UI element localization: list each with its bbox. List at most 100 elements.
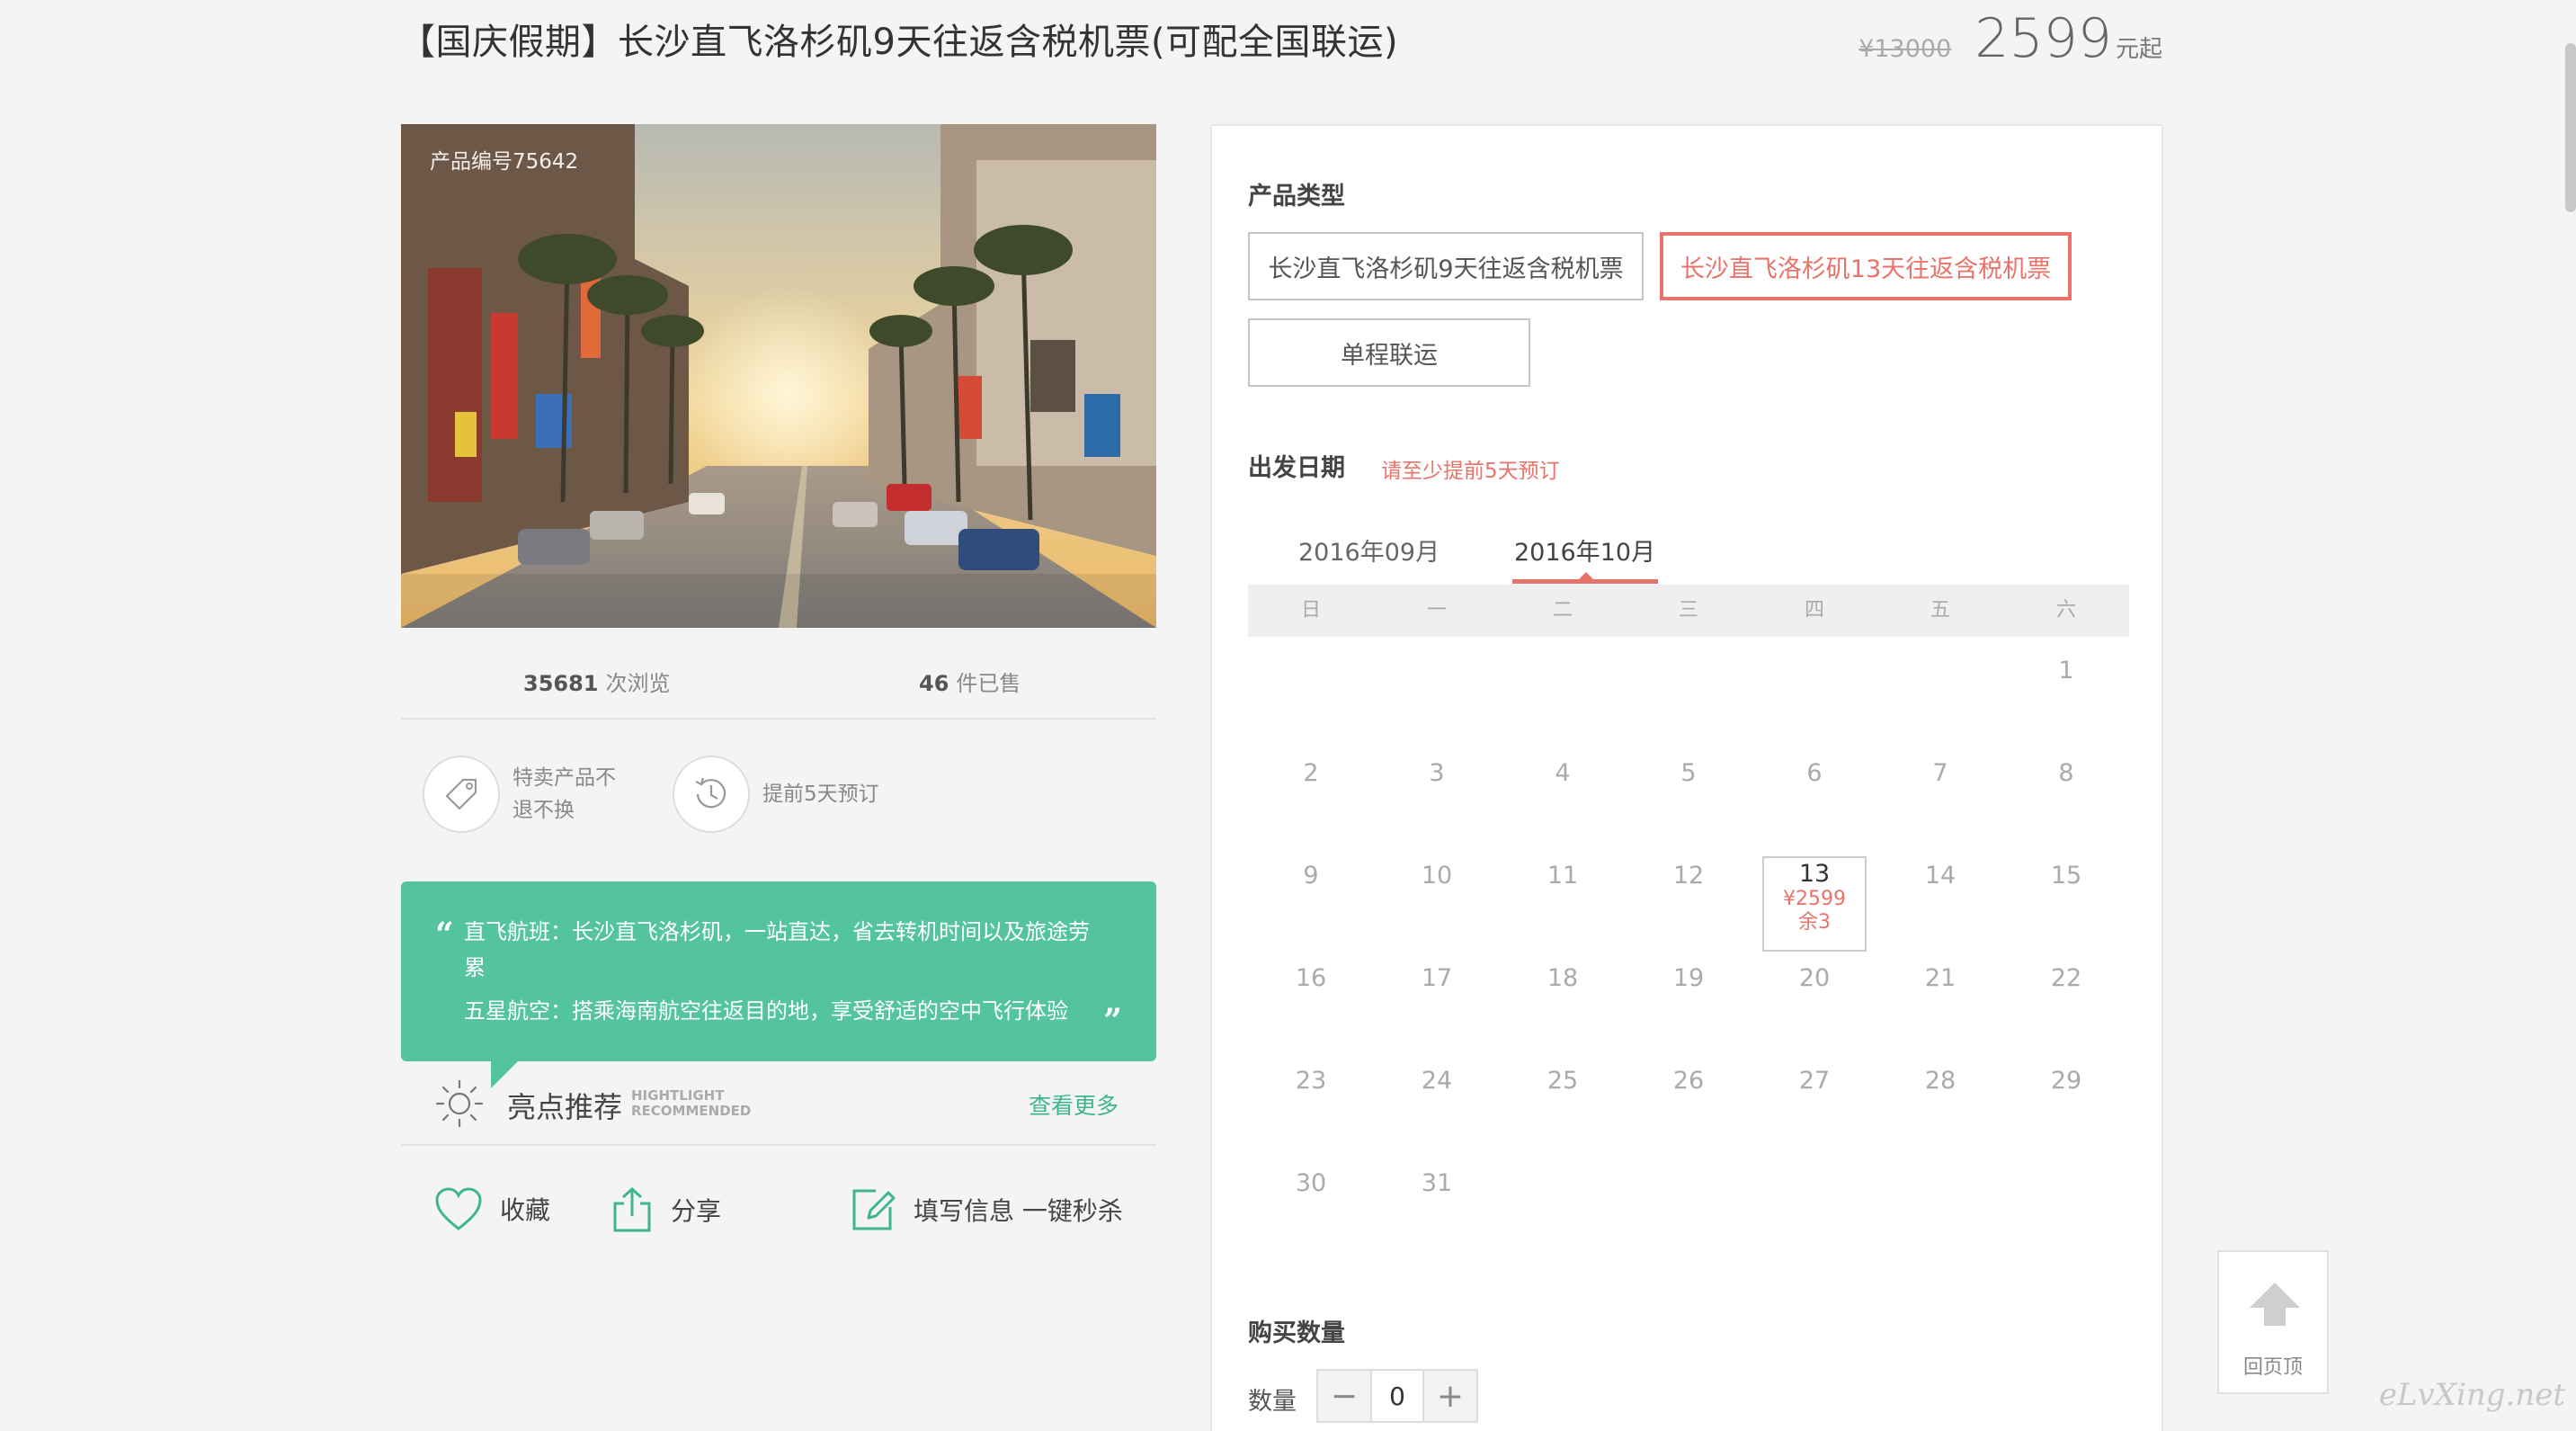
decrement-button[interactable]: −: [1318, 1371, 1370, 1421]
product-stats: 35681 次浏览 46 件已售: [401, 648, 1156, 720]
calendar-day[interactable]: 4: [1500, 748, 1626, 851]
feature-advance-booking: 提前5天预订: [673, 756, 879, 833]
quantity-input[interactable]: 0: [1370, 1371, 1424, 1421]
calendar-day[interactable]: 27: [1752, 1056, 1877, 1158]
highlight-section: 亮点推荐 HIGHTLIGHT RECOMMENDED 查看更多: [401, 1067, 1156, 1146]
price-block: ¥13000 2599 元起: [1858, 7, 2162, 70]
weekday-label: 六: [2055, 599, 2076, 622]
day-stock: 余3: [1798, 911, 1831, 934]
increment-button[interactable]: +: [1424, 1371, 1476, 1421]
booking-panel: 产品类型 长沙直飞洛杉矶9天往返含税机票 长沙直飞洛杉矶13天往返含税机票 单程…: [1210, 124, 2163, 1431]
original-price: ¥13000: [1858, 35, 1952, 63]
day-number: 29: [2050, 1067, 2082, 1095]
calendar-day[interactable]: 14: [1877, 851, 2003, 953]
weekday-label: 二: [1552, 599, 1573, 622]
calendar-day[interactable]: 24: [1374, 1056, 1500, 1158]
calendar-day[interactable]: 10: [1374, 851, 1500, 953]
view-more-link[interactable]: 查看更多: [1029, 1088, 1119, 1121]
calendar-day[interactable]: 25: [1500, 1056, 1626, 1158]
back-to-top-button[interactable]: 回页顶: [2217, 1250, 2329, 1394]
calendar-day[interactable]: 11: [1500, 851, 1626, 953]
calendar-day[interactable]: 31: [1374, 1158, 1500, 1261]
calendar-week-row: 30 31: [1248, 1158, 2129, 1261]
favorite-button[interactable]: 收藏: [433, 1185, 550, 1232]
calendar-day[interactable]: 21: [1877, 953, 2003, 1056]
calendar-day[interactable]: 19: [1626, 953, 1752, 1056]
sun-icon: [433, 1076, 486, 1131]
calendar-day[interactable]: 2: [1248, 748, 1374, 851]
quantity-title: 购买数量: [1248, 1319, 1345, 1347]
calendar-day[interactable]: 30: [1248, 1158, 1374, 1261]
day-number: 30: [1295, 1169, 1327, 1197]
calendar-day[interactable]: 26: [1626, 1056, 1752, 1158]
calendar-empty-cell: [1248, 646, 1374, 748]
day-number: 5: [1680, 759, 1697, 787]
day-number: 14: [1924, 862, 1957, 890]
day-number: 31: [1421, 1169, 1453, 1197]
day-number: 16: [1295, 964, 1327, 992]
calendar-day[interactable]: 16: [1248, 953, 1374, 1056]
day-number: 17: [1421, 964, 1453, 992]
calendar-week-row: 23 24 25 26 27 28 29: [1248, 1056, 2129, 1158]
calendar-empty-cell: [1626, 646, 1752, 748]
calendar-day[interactable]: 23: [1248, 1056, 1374, 1158]
calendar-day[interactable]: 22: [2003, 953, 2129, 1056]
active-tab-indicator: [1512, 579, 1658, 584]
calendar-empty-cell: [1877, 1158, 2003, 1261]
calendar-day[interactable]: 9: [1248, 851, 1374, 953]
active-tab-caret: [1579, 572, 1593, 579]
view-count: 35681 次浏览: [523, 671, 671, 696]
calendar-day[interactable]: 3: [1374, 748, 1500, 851]
calendar-day[interactable]: 17: [1374, 953, 1500, 1056]
calendar-day[interactable]: 6: [1752, 748, 1877, 851]
quote-line: 直飞航班：长沙直飞洛杉矶，一站直达，省去转机时间以及旅途劳累: [464, 919, 1090, 980]
option-one-way[interactable]: 单程联运: [1248, 318, 1530, 387]
arrow-up-icon: [2250, 1283, 2300, 1326]
page-scrollbar[interactable]: [2565, 43, 2576, 212]
clock-history-icon: [673, 756, 750, 833]
calendar-day[interactable]: 28: [1877, 1056, 2003, 1158]
day-number: 12: [1672, 862, 1705, 890]
day-number: 26: [1672, 1067, 1705, 1095]
day-price: ¥2599: [1783, 888, 1846, 910]
day-number: 8: [2058, 759, 2074, 787]
calendar-empty-cell: [1500, 1158, 1626, 1261]
calendar-week-row: 2 3 4 5 6 7 8: [1248, 748, 2129, 851]
back-to-top-label: 回页顶: [2242, 1356, 2303, 1379]
calendar-day[interactable]: 5: [1626, 748, 1752, 851]
sold-count: 46 件已售: [919, 671, 1021, 696]
tag-icon: [423, 756, 500, 833]
day-number: 11: [1546, 862, 1579, 890]
share-button[interactable]: 分享: [610, 1185, 721, 1234]
calendar-day[interactable]: 12: [1626, 851, 1752, 953]
day-number: 25: [1546, 1067, 1579, 1095]
day-number: 18: [1546, 964, 1579, 992]
product-id-label: 产品编号75642: [430, 150, 579, 174]
fill-info-button[interactable]: 填写信息 一键秒杀: [849, 1185, 1123, 1234]
quantity-label: 数量: [1248, 1388, 1297, 1416]
open-quote-icon: “: [435, 916, 454, 953]
day-number: 6: [1806, 759, 1823, 787]
calendar-day[interactable]: 15: [2003, 851, 2129, 953]
highlight-title: 亮点推荐: [507, 1090, 623, 1124]
calendar-day[interactable]: 8: [2003, 748, 2129, 851]
calendar-day[interactable]: 18: [1500, 953, 1626, 1056]
day-number: 22: [2050, 964, 2082, 992]
option-9-day[interactable]: 长沙直飞洛杉矶9天往返含税机票: [1248, 232, 1644, 300]
calendar-day[interactable]: 1: [2003, 646, 2129, 748]
calendar-empty-cell: [1877, 646, 2003, 748]
calendar-day[interactable]: 7: [1877, 748, 2003, 851]
tab-month-2016-10[interactable]: 2016年10月: [1514, 532, 1655, 577]
option-13-day[interactable]: 长沙直飞洛杉矶13天往返含税机票: [1660, 232, 2072, 300]
day-number: 2: [1303, 759, 1319, 787]
calendar-day[interactable]: 13 ¥2599 余3: [1752, 851, 1877, 953]
tab-month-2016-09[interactable]: 2016年09月: [1298, 532, 1440, 577]
calendar-day[interactable]: 20: [1752, 953, 1877, 1056]
calendar-grid: 1 2 3 4 5 6 7 8 9 10 11 12 13 ¥2599 余3 14 15 16 17 18 19 20 21…: [1248, 646, 2129, 1261]
calendar-day[interactable]: 29: [2003, 1056, 2129, 1158]
heart-icon: [435, 1187, 482, 1230]
day-number: 19: [1672, 964, 1705, 992]
calendar-empty-cell: [1500, 646, 1626, 748]
action-bar: 收藏 分享 填写信息 一键秒杀: [401, 1185, 1156, 1257]
day-number: 4: [1555, 759, 1571, 787]
